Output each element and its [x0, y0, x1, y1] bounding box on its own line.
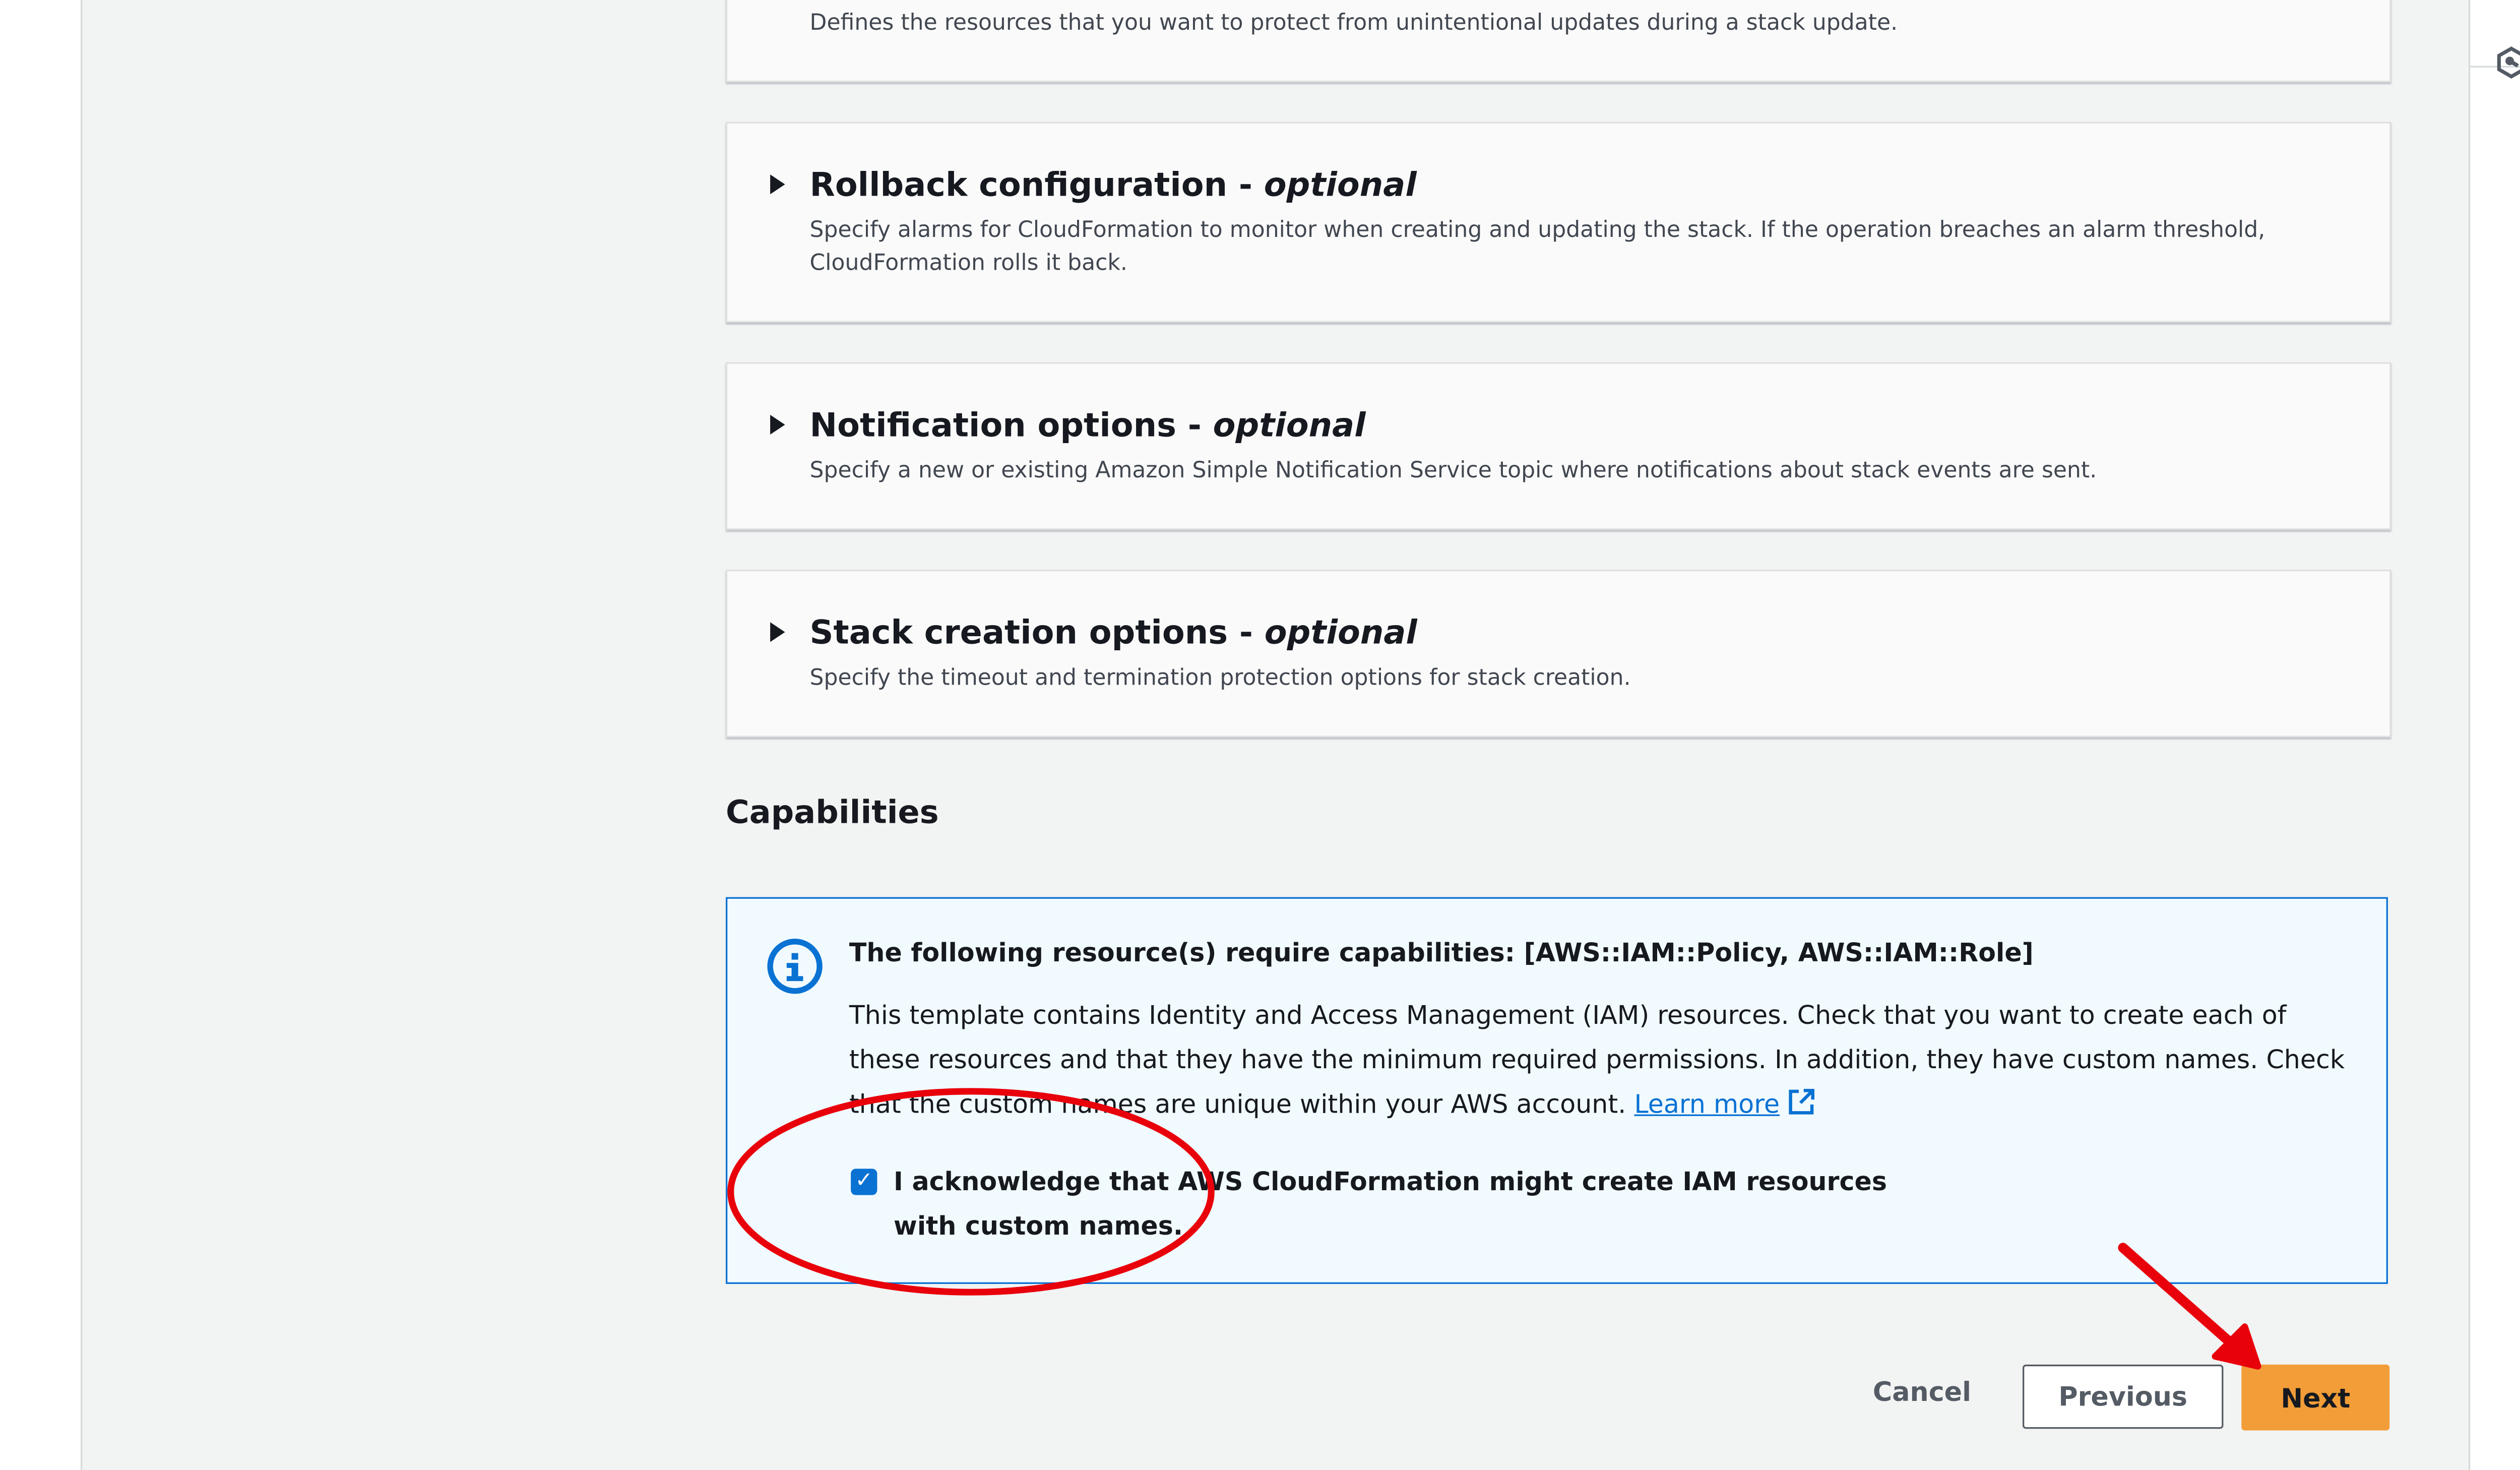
info-body: This template contains Identity and Acce…: [849, 994, 2363, 1127]
section-title-text: Notification options -: [809, 405, 1213, 445]
capabilities-info-alert: The following resource(s) require capabi…: [725, 897, 2388, 1284]
acknowledge-checkbox[interactable]: ✓: [851, 1169, 877, 1195]
section-description: Specify alarms for CloudFormation to mon…: [809, 217, 2265, 277]
section-title-text: Stack creation options -: [809, 612, 1265, 652]
optional-label: optional: [1264, 164, 1417, 204]
section-title[interactable]: Notification options - optional: [810, 405, 1366, 444]
page: Defines the resources that you want to p…: [0, 0, 2520, 1470]
info-body-text: This template contains Identity and Acce…: [849, 1001, 2345, 1120]
expand-caret-icon[interactable]: [770, 414, 785, 435]
hexagon-tool-icon[interactable]: [2495, 46, 2520, 79]
section-description: Specify a new or existing Amazon Simple …: [809, 457, 2097, 484]
previous-button[interactable]: Previous: [2023, 1364, 2224, 1429]
optional-label: optional: [1213, 405, 1366, 445]
expand-caret-icon[interactable]: [770, 622, 785, 642]
section-description: Specify the timeout and termination prot…: [809, 665, 1631, 692]
rollback-configuration-section[interactable]: Rollback configuration - optional Specif…: [725, 121, 2391, 323]
next-button[interactable]: Next: [2241, 1364, 2390, 1431]
stack-creation-options-section[interactable]: Stack creation options - optional Specif…: [725, 569, 2391, 738]
optional-label: optional: [1264, 612, 1417, 652]
acknowledge-label[interactable]: I acknowledge that AWS CloudFormation mi…: [894, 1160, 1947, 1249]
info-title: The following resource(s) require capabi…: [849, 938, 2034, 968]
notification-options-section[interactable]: Notification options - optional Specify …: [725, 362, 2391, 530]
section-description: Defines the resources that you want to p…: [809, 10, 1898, 36]
expand-caret-icon[interactable]: [770, 174, 785, 195]
section-title[interactable]: Rollback configuration - optional: [810, 165, 1417, 204]
learn-more-link[interactable]: Learn more: [1634, 1090, 1780, 1120]
right-tools-panel: [2468, 0, 2520, 1470]
capabilities-heading: Capabilities: [725, 793, 939, 831]
external-link-icon[interactable]: [1788, 1088, 1816, 1116]
section-title-text: Rollback configuration -: [809, 164, 1264, 204]
stack-policy-section[interactable]: Defines the resources that you want to p…: [725, 0, 2391, 83]
cancel-button[interactable]: Cancel: [1856, 1376, 1987, 1407]
section-title[interactable]: Stack creation options - optional: [810, 612, 1417, 652]
annotation-arrowhead: [2212, 1323, 2261, 1370]
info-icon: [767, 939, 823, 994]
left-navigation-strip: [0, 0, 83, 1470]
